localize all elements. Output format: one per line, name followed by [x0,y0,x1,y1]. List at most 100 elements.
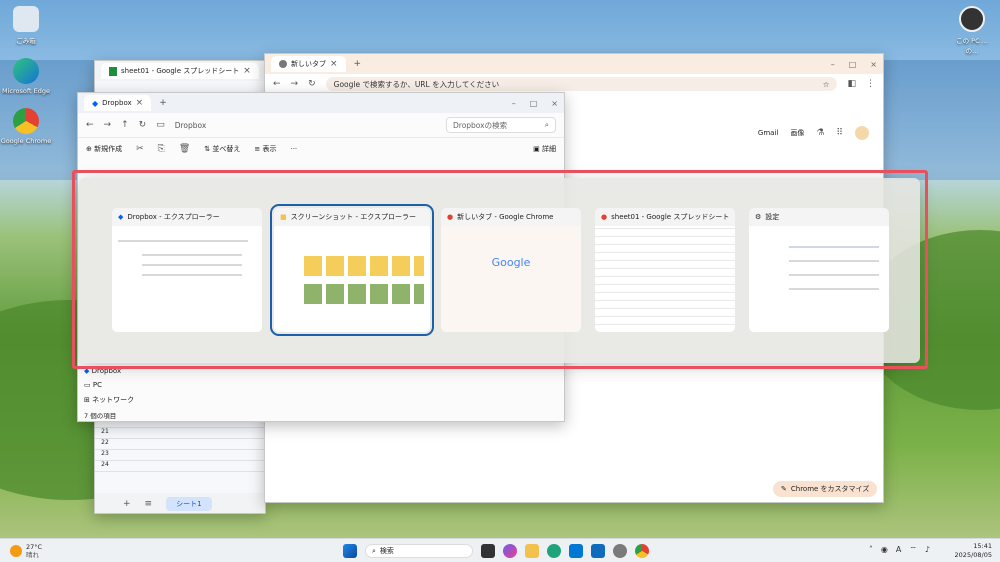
nav-pc[interactable]: ▭ PC [84,381,134,389]
forward-icon[interactable]: → [104,120,112,130]
weather-widget[interactable]: 27°C 晴れ [10,543,42,559]
network-icon[interactable]: ◉ [881,545,888,555]
tab-title: 新しいタブ [291,60,326,68]
desktop-icon-label: Google Chrome [0,137,52,145]
desktop-chrome[interactable]: Google Chrome [0,108,56,145]
edge-icon[interactable] [547,544,561,558]
maximize-icon[interactable]: □ [849,60,857,69]
copy-icon[interactable]: ⎘ [158,144,165,154]
omnibox-placeholder: Google で検索するか、URL を入力してください [333,79,500,89]
bookmark-star-icon[interactable]: ☆ [823,80,830,89]
pencil-icon: ✎ [781,485,787,493]
card-title: Dropbox - エクスプローラー [127,213,220,221]
new-tab-icon[interactable]: + [354,59,362,69]
row-header: 23 [101,450,109,457]
view-button[interactable]: ≡ 表示 [254,144,276,154]
minimize-icon[interactable]: – [512,99,516,108]
sheet-tab[interactable]: シート1 [166,497,212,511]
desktop-edge[interactable]: Microsoft Edge [0,58,56,95]
nav-network[interactable]: ⊞ ネットワーク [84,395,134,405]
close-icon[interactable]: × [330,59,338,69]
row-header: 21 [101,428,109,435]
gmail-link[interactable]: Gmail [758,129,778,137]
close-window-icon[interactable]: × [551,99,558,108]
details-button[interactable]: ▣ 詳細 [533,144,556,154]
edge-icon [13,58,39,84]
card-title: スクリーンショット - エクスプローラー [290,213,417,221]
chrome-icon: ● [447,213,454,221]
outlook-icon[interactable] [591,544,605,558]
back-icon[interactable]: ← [86,120,94,130]
reload-icon[interactable]: ↻ [139,120,147,130]
customize-chrome-button[interactable]: ✎ Chrome をカスタマイズ [773,481,878,497]
sort-button[interactable]: ⇅ 並べ替え [204,144,240,154]
chrome-icon[interactable] [635,544,649,558]
card-title: sheet01 - Google スプレッドシート - Google... [611,213,729,221]
minimize-icon[interactable]: – [831,60,835,69]
chevron-up-icon[interactable]: ˄ [869,545,873,555]
chrome-icon: ● [601,213,608,221]
card-title: 設定 [765,213,780,221]
forward-icon[interactable]: → [291,79,299,89]
volume-icon[interactable]: ♪ [925,545,930,555]
up-icon[interactable]: ↑ [121,120,129,130]
close-window-icon[interactable]: × [870,60,877,69]
clock-time: 15:41 [973,542,992,550]
card-thumbnail [749,226,889,332]
new-button[interactable]: ⊕ 新規作成 [86,144,122,154]
store-icon[interactable] [569,544,583,558]
recycle-bin-icon [13,6,39,32]
tab-title: Dropbox [102,99,132,107]
all-sheets-icon[interactable]: ≡ [145,499,153,509]
switcher-card-chrome[interactable]: ● 新しいタブ - Google Chrome Google [441,208,581,332]
omnibox[interactable]: Google で検索するか、URL を入力してください ☆ [325,77,838,91]
desktop-pc[interactable]: この PC ... の... [942,6,1000,55]
back-icon[interactable]: ← [273,79,281,89]
tab-title: sheet01 - Google スプレッドシート [121,67,240,75]
tab-new-tab[interactable]: 新しいタブ × [271,56,346,72]
settings-icon[interactable] [613,544,627,558]
search-input[interactable]: Dropboxの検索 ⌕ [446,117,556,133]
copilot-icon[interactable] [503,544,517,558]
taskbar-search[interactable]: ⌕ 検索 [365,544,473,558]
desktop-recycle-bin[interactable]: ごみ箱 [0,6,56,45]
more-icon[interactable]: ··· [290,145,297,153]
sun-icon [10,544,22,557]
add-sheet-icon[interactable]: + [123,499,131,509]
taskbar: 27°C 晴れ ⌕ 検索 ˄ ◉ A ⌔ ♪ 15:41 2025/08/05 [0,538,1000,562]
customize-label: Chrome をカスタマイズ [790,485,870,493]
cut-icon[interactable]: ✂ [136,144,144,154]
apps-icon[interactable]: ⠿ [836,128,843,138]
tab-sheets[interactable]: sheet01 - Google スプレッドシート × [101,63,259,79]
row-header: 24 [101,461,109,468]
file-explorer-icon[interactable] [525,544,539,558]
card-title: 新しいタブ - Google Chrome [457,213,554,221]
maximize-icon[interactable]: □ [530,99,538,108]
switcher-card-sheets[interactable]: ●sheet01 - Google スプレッドシート - Google... [595,208,735,332]
avatar[interactable] [855,126,869,140]
search-icon: ⌕ [372,546,376,555]
ime-icon[interactable]: A [896,545,901,555]
close-icon[interactable]: × [136,98,144,108]
tab-dropbox[interactable]: ◆ Dropbox × [84,95,152,111]
menu-icon[interactable]: ⋮ [866,79,875,89]
dropbox-icon: ◆ [92,98,99,108]
breadcrumb[interactable]: Dropbox [175,121,207,130]
close-icon[interactable]: × [243,66,251,76]
start-icon[interactable] [343,544,357,558]
images-link[interactable]: 画像 [790,128,804,138]
extensions-icon[interactable]: ◧ [847,79,856,89]
switcher-card-dropbox[interactable]: ◆ Dropbox - エクスプローラー [112,208,262,332]
delete-icon[interactable]: 🗑 [179,144,190,154]
wifi-icon[interactable]: ⌔ [909,545,917,555]
reload-icon[interactable]: ↻ [308,79,316,89]
new-tab-icon[interactable]: + [159,98,167,108]
switcher-card-screenshots[interactable]: ■ スクリーンショット - エクスプローラー [270,204,434,336]
clock-date: 2025/08/05 [954,551,992,559]
task-view-icon[interactable] [481,544,495,558]
switcher-card-settings[interactable]: ⚙ 設定 [749,208,889,332]
status-text: 7 個の項目 [84,412,117,420]
labs-icon[interactable]: ⚗ [816,128,824,138]
card-thumbnail [112,226,262,332]
clock[interactable]: 15:41 2025/08/05 [955,542,992,560]
